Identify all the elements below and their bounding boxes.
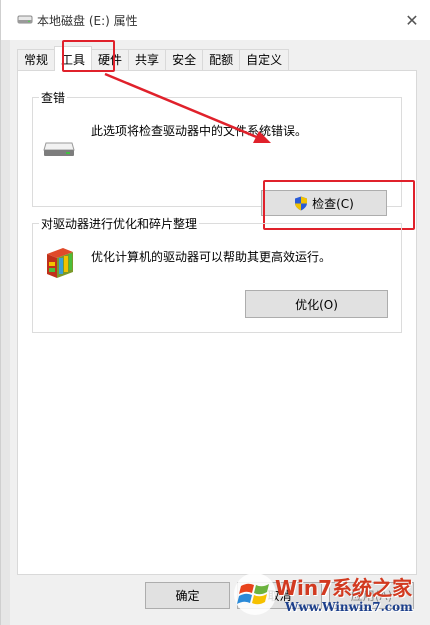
optimize-description: 优化计算机的驱动器可以帮助其更高效运行。 xyxy=(91,250,332,264)
tab-bar: 常规 工具 硬件 共享 安全 配额 自定义 xyxy=(17,46,290,71)
tab-security[interactable]: 安全 xyxy=(165,49,204,71)
apply-button[interactable]: 应用(A) xyxy=(329,582,414,609)
apply-button-label: 应用(A) xyxy=(350,589,393,603)
tools-panel: 查错 此选项将检查驱动器中的文件系统错误。 检查(C) 对驱动器进行优化和碎片整… xyxy=(17,70,417,575)
tab-sharing[interactable]: 共享 xyxy=(128,49,167,71)
optimize-group: 对驱动器进行优化和碎片整理 优化计算机的驱动器可以帮助其更高效运行。 优化(O) xyxy=(32,215,402,333)
close-button[interactable]: ✕ xyxy=(399,8,425,32)
ok-button[interactable]: 确定 xyxy=(145,582,230,609)
error-check-group: 查错 此选项将检查驱动器中的文件系统错误。 检查(C) xyxy=(32,89,415,230)
error-check-title: 查错 xyxy=(39,89,68,106)
tools-tab-highlight xyxy=(62,40,115,72)
optimize-title: 对驱动器进行优化和碎片整理 xyxy=(39,215,200,232)
ok-button-label: 确定 xyxy=(175,589,200,603)
cancel-button[interactable]: 取消 xyxy=(237,582,322,609)
optimize-button-label: 优化(O) xyxy=(295,297,338,312)
close-icon: ✕ xyxy=(405,10,419,30)
window-title: 本地磁盘 (E:) 属性 xyxy=(37,14,138,28)
title-bar: 本地磁盘 (E:) 属性 ✕ xyxy=(1,0,430,40)
error-check-description: 此选项将检查驱动器中的文件系统错误。 xyxy=(91,124,308,138)
tab-quota[interactable]: 配额 xyxy=(202,49,241,71)
drive-icon xyxy=(43,142,75,156)
drive-icon xyxy=(17,15,33,24)
left-edge xyxy=(1,40,10,625)
defrag-icon xyxy=(47,248,73,278)
tab-customize[interactable]: 自定义 xyxy=(239,49,290,71)
cancel-button-label: 取消 xyxy=(267,589,292,603)
tab-general[interactable]: 常规 xyxy=(17,49,56,71)
properties-window: 本地磁盘 (E:) 属性 ✕ 常规 工具 硬件 共享 安全 配额 自定义 查错 … xyxy=(0,0,430,625)
optimize-button[interactable]: 优化(O) xyxy=(245,290,388,318)
